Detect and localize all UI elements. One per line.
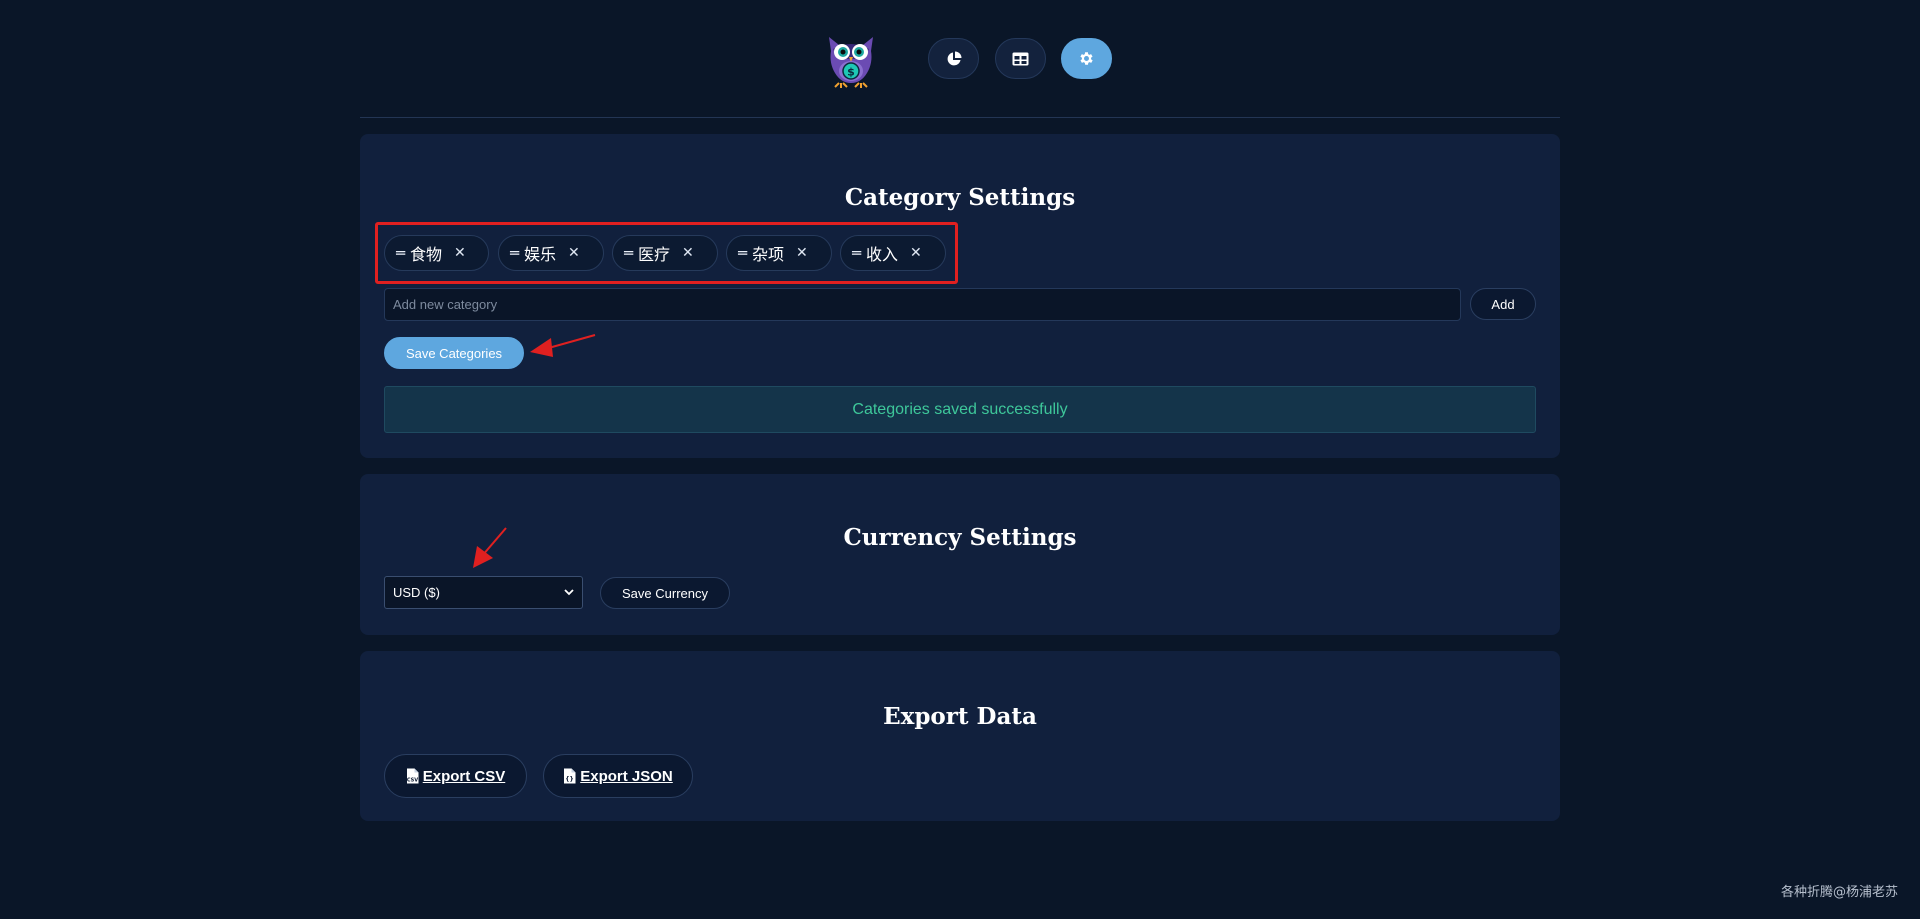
category-chip-label: 医疗	[638, 245, 671, 264]
category-chip[interactable]: ═ 娱乐 ✕	[498, 235, 604, 271]
category-chip[interactable]: ═ 医疗 ✕	[612, 235, 718, 271]
currency-settings-title: Currency Settings	[843, 524, 1077, 551]
drag-handle-icon[interactable]: ═	[852, 244, 861, 262]
export-json-label: Export JSON	[580, 767, 673, 785]
csv-file-icon: CSV	[407, 768, 419, 784]
add-category-button[interactable]: Add	[1470, 288, 1536, 320]
category-chip-label: 食物	[410, 245, 443, 264]
category-chip[interactable]: ═ 收入 ✕	[840, 235, 946, 271]
json-file-icon: {}	[564, 768, 576, 784]
save-currency-button[interactable]: Save Currency	[600, 577, 730, 609]
drag-handle-icon[interactable]: ═	[396, 244, 405, 262]
gear-icon	[1080, 52, 1093, 65]
nav-table-button[interactable]	[995, 38, 1046, 79]
top-header: $	[360, 0, 1560, 118]
category-chip-label: 收入	[866, 245, 899, 264]
success-message-text: Categories saved successfully	[852, 400, 1068, 418]
svg-text:{}: {}	[565, 776, 574, 783]
export-csv-button[interactable]: CSV Export CSV	[384, 754, 527, 798]
svg-text:$: $	[847, 66, 855, 79]
remove-category-icon[interactable]: ✕	[910, 245, 922, 261]
remove-category-icon[interactable]: ✕	[568, 245, 580, 261]
currency-settings-card: Currency Settings USD ($) Save Currency	[360, 474, 1560, 635]
success-message: Categories saved successfully	[384, 386, 1536, 433]
svg-text:CSV: CSV	[407, 778, 418, 784]
category-chip[interactable]: ═ 食物 ✕	[384, 235, 489, 271]
save-categories-button[interactable]: Save Categories	[384, 337, 524, 369]
remove-category-icon[interactable]: ✕	[796, 245, 808, 261]
category-chip-label: 杂项	[752, 245, 785, 264]
remove-category-icon[interactable]: ✕	[682, 245, 694, 261]
drag-handle-icon[interactable]: ═	[510, 244, 519, 262]
settings-page: $ Category Settings ═ 食物 ✕ ═ 娱乐 ✕ ═ 医疗 ✕…	[0, 0, 1920, 919]
pie-chart-icon	[947, 51, 961, 65]
nav-charts-button[interactable]	[928, 38, 979, 79]
drag-handle-icon[interactable]: ═	[624, 244, 633, 262]
drag-handle-icon[interactable]: ═	[738, 244, 747, 262]
category-chip-label: 娱乐	[524, 245, 557, 264]
new-category-input[interactable]	[384, 288, 1461, 321]
owl-logo-icon[interactable]: $	[821, 29, 881, 89]
export-json-button[interactable]: {} Export JSON	[543, 754, 693, 798]
currency-select[interactable]: USD ($)	[384, 576, 583, 609]
nav-settings-button[interactable]	[1061, 38, 1112, 79]
watermark-text: 各种折腾@杨浦老苏	[1780, 885, 1898, 900]
category-settings-title: Category Settings	[844, 184, 1076, 211]
currency-selected-value: USD ($)	[393, 585, 440, 600]
category-chip[interactable]: ═ 杂项 ✕	[726, 235, 832, 271]
export-data-title: Export Data	[883, 703, 1037, 730]
table-icon	[1012, 52, 1029, 65]
export-data-card: Export Data CSV Export CSV {} Export JSO…	[360, 651, 1560, 821]
category-settings-card: Category Settings ═ 食物 ✕ ═ 娱乐 ✕ ═ 医疗 ✕ ═…	[360, 134, 1560, 458]
export-csv-label: Export CSV	[422, 767, 506, 785]
chevron-down-icon	[564, 589, 574, 596]
remove-category-icon[interactable]: ✕	[454, 245, 466, 261]
